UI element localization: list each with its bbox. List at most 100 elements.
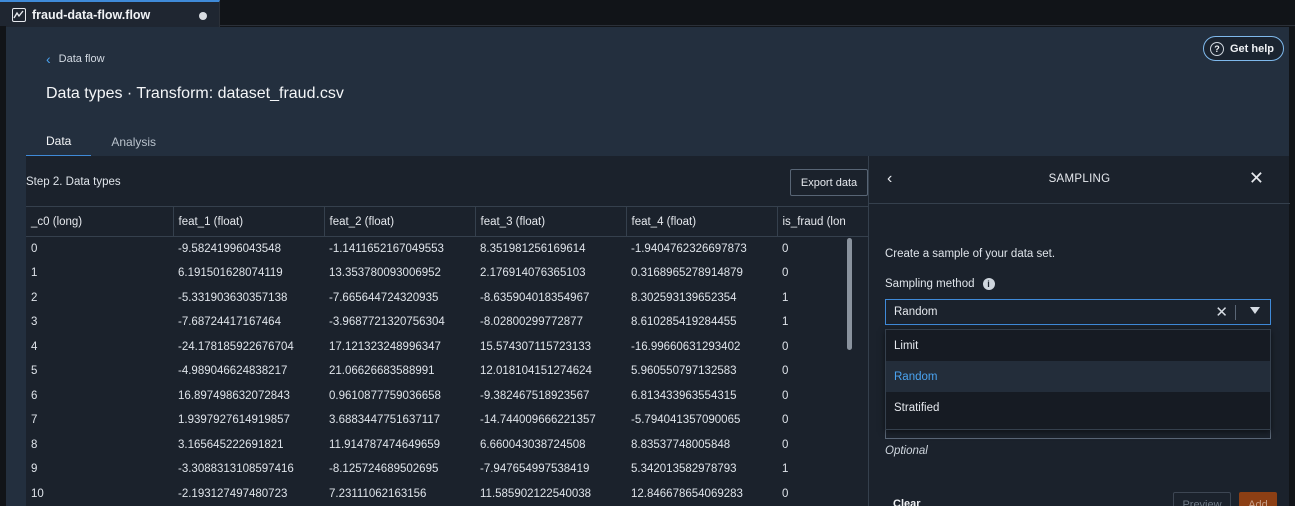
view-tabs: Data Analysis: [26, 127, 176, 157]
file-tab[interactable]: fraud-data-flow.flow: [0, 0, 220, 27]
table-cell: -8.635904018354967: [480, 291, 590, 304]
breadcrumb-label: Data flow: [58, 53, 105, 65]
table-cell: 4: [31, 340, 38, 353]
table-cell: 5.960550797132583: [631, 365, 737, 378]
table-row[interactable]: 1 6.191501628074119 13.353780093006952 2.17…: [26, 261, 868, 286]
table-cell: 8.351981256169614: [480, 243, 586, 255]
table-cell: 0.9610877759036658: [329, 389, 441, 402]
sampling-description: Create a sample of your data set.: [885, 248, 1056, 260]
selected-method: Random: [894, 306, 938, 318]
preview-button[interactable]: Preview: [1173, 492, 1231, 506]
table-cell: -3.3088313108597416: [178, 463, 294, 476]
close-icon[interactable]: ✕: [1249, 168, 1264, 189]
unsaved-dot-icon[interactable]: [199, 12, 207, 20]
clear-selection-icon[interactable]: ✕: [1215, 303, 1228, 321]
table-cell: 7.23111062163156: [329, 487, 427, 500]
caret-down-icon[interactable]: [1250, 307, 1260, 314]
table-cell: -1.9404762326697873: [631, 243, 747, 255]
table-cell: -9.382467518923567: [480, 389, 590, 402]
option-random[interactable]: Random: [886, 361, 1270, 392]
table-row[interactable]: 2 -5.331903630357138 -7.665644724320935 -8.…: [26, 286, 868, 311]
table-cell: -8.125724689502695: [329, 463, 439, 476]
select-separator: [1235, 305, 1236, 320]
table-cell: 8.302593139652354: [631, 291, 737, 304]
table-cell: 8: [31, 438, 38, 451]
column-header[interactable]: feat_3 (float): [475, 206, 627, 237]
data-panel: Step 2. Data types Export data _c0 (long…: [26, 156, 868, 506]
right-gutter: [1289, 26, 1295, 506]
page-title: Data types · Transform: dataset_fraud.cs…: [46, 85, 344, 102]
column-header[interactable]: is_fraud (lon: [777, 206, 868, 237]
column-header[interactable]: feat_2 (float): [324, 206, 476, 237]
table-cell: -4.989046624838217: [178, 365, 288, 378]
chevron-left-icon: ‹: [46, 50, 51, 67]
table-scrollbar[interactable]: [847, 238, 852, 350]
table-cell: 12.018104151274624: [480, 365, 592, 378]
table-row[interactable]: 3 -7.68724417167464 -3.9687721320756304 -8.…: [26, 310, 868, 335]
tab-data[interactable]: Data: [26, 127, 92, 157]
sampling-panel: ‹ SAMPLING ✕ Create a sample of your dat…: [868, 156, 1290, 506]
table-cell: 13.353780093006952: [329, 267, 441, 280]
table-row[interactable]: 7 1.9397927614919857 3.6883447751637117 -14…: [26, 408, 868, 433]
table-cell: -7.68724417167464: [178, 316, 281, 329]
table-cell: 0: [782, 267, 789, 280]
flow-file-icon: [12, 7, 26, 22]
table-cell: 21.06626683588991: [329, 365, 435, 378]
table-row[interactable]: 6 16.897498632072843 0.9610877759036658 -9.…: [26, 384, 868, 409]
sampling-method-select[interactable]: Random ✕: [885, 299, 1271, 325]
table-cell: 6.191501628074119: [178, 267, 283, 280]
table-row[interactable]: 5 -4.989046624838217 21.06626683588991 12.0…: [26, 359, 868, 384]
table-row[interactable]: 9 -3.3088313108597416 -8.125724689502695 -7…: [26, 457, 868, 482]
table-cell: 1.9397927614919857: [178, 414, 290, 427]
table-cell: 8.83537748005848: [631, 438, 731, 451]
table-cell: 0: [782, 243, 789, 255]
table-cell: 0: [782, 365, 789, 378]
option-stratified[interactable]: Stratified: [886, 392, 1270, 423]
table-row[interactable]: 4 -24.178185922676704 17.121323248996347 15…: [26, 335, 868, 360]
table-cell: -5.331903630357138: [178, 291, 288, 304]
file-tab-name: fraud-data-flow.flow: [32, 7, 151, 22]
table-cell: 16.897498632072843: [178, 389, 290, 402]
table-cell: 1: [782, 316, 789, 329]
breadcrumb-data-flow[interactable]: ‹ Data flow: [46, 50, 105, 67]
table-row[interactable]: 8 3.165645222691821 11.914787474649659 6.66…: [26, 433, 868, 458]
table-header-row: _c0 (long) feat_1 (float) feat_2 (float)…: [26, 206, 868, 237]
table-cell: -2.193127497480723: [178, 487, 288, 500]
column-header[interactable]: feat_4 (float): [626, 206, 778, 237]
table-cell: 0: [782, 487, 789, 500]
clear-button[interactable]: Clear: [893, 498, 921, 506]
table-row[interactable]: 10 -2.193127497480723 7.23111062163156 11.5…: [26, 482, 868, 506]
info-icon[interactable]: i: [982, 278, 995, 290]
table-cell: 6: [31, 389, 38, 402]
table-cell: 0: [782, 414, 789, 427]
step-label: Step 2. Data types: [26, 176, 121, 188]
table-cell: -8.02800299772877: [480, 316, 583, 329]
table-cell: 1: [31, 267, 38, 280]
table-cell: 3.165645222691821: [178, 438, 284, 451]
sampling-method-text: Sampling method: [885, 278, 975, 290]
table-cell: -9.58241996043548: [178, 243, 281, 255]
table-cell: 5: [31, 365, 38, 378]
table-cell: 2: [31, 291, 38, 304]
table-cell: 5.342013582978793: [631, 463, 737, 476]
table-cell: 1: [782, 291, 789, 304]
sampling-method-label: Sampling method i: [885, 278, 995, 290]
option-limit[interactable]: Limit: [886, 330, 1270, 361]
table-cell: -3.9687721320756304: [329, 316, 445, 329]
column-header[interactable]: feat_1 (float): [173, 206, 325, 237]
table-cell: 11.585902122540038: [480, 487, 592, 500]
table-cell: 7: [31, 414, 38, 427]
column-header[interactable]: _c0 (long): [26, 206, 174, 237]
table-cell: 0.3168965278914879: [631, 267, 743, 280]
help-icon: ?: [1209, 41, 1224, 56]
table-row[interactable]: 0 -9.58241996043548 -1.1411652167049553 8.3…: [26, 237, 868, 262]
export-data-button[interactable]: Export data: [790, 169, 868, 196]
get-help-button[interactable]: ? Get help: [1202, 36, 1284, 61]
sampling-method-dropdown: Limit Random Stratified: [885, 329, 1271, 430]
table-cell: 3: [31, 316, 38, 329]
add-button[interactable]: Add: [1239, 492, 1277, 506]
tab-analysis[interactable]: Analysis: [91, 127, 176, 157]
table-cell: 2.176914076365103: [480, 267, 586, 280]
table-cell: -7.665644724320935: [329, 291, 439, 304]
table-cell: 17.121323248996347: [329, 340, 441, 353]
